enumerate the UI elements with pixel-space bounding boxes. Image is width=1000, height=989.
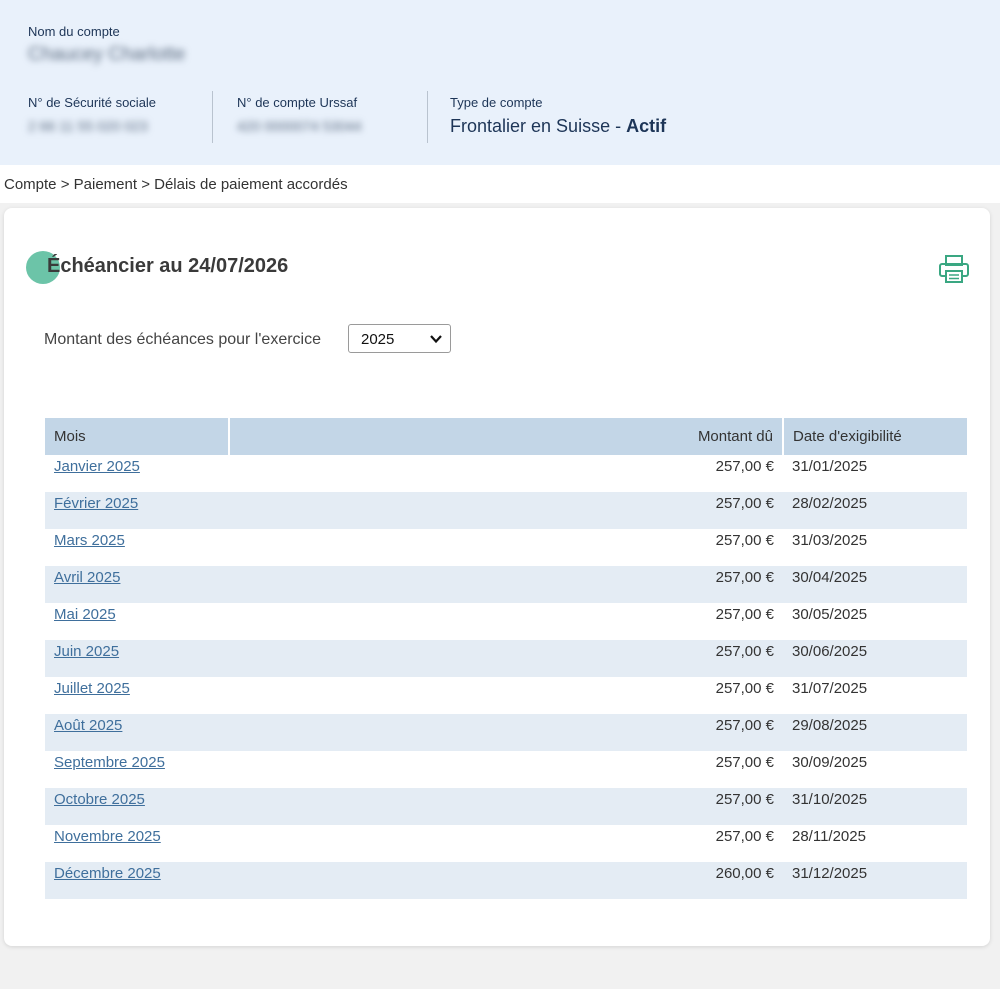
amount-cell: 257,00 € xyxy=(715,828,774,845)
table-row: Septembre 2025 257,00 € 30/09/2025 xyxy=(45,751,967,788)
month-cell: Décembre 2025 xyxy=(45,862,229,899)
column-header-month: Mois xyxy=(45,418,230,455)
month-cell: Avril 2025 xyxy=(45,566,229,603)
account-type-value: Frontalier en Suisse - Actif xyxy=(450,116,666,137)
amount-cell: 257,00 € xyxy=(715,458,774,475)
year-select[interactable]: 2025 xyxy=(348,324,451,353)
due-date-cell: 30/06/2025 xyxy=(783,640,967,677)
header-divider xyxy=(212,91,213,143)
table-row: Juillet 2025 257,00 € 31/07/2025 xyxy=(45,677,967,714)
month-link[interactable]: Juin 2025 xyxy=(54,643,119,660)
schedule-table: Mois Montant dû Date d'exigibilité Janvi… xyxy=(45,418,967,899)
printer-icon[interactable] xyxy=(938,254,970,284)
month-link[interactable]: Mai 2025 xyxy=(54,606,116,623)
month-cell: Juillet 2025 xyxy=(45,677,229,714)
amount-cell: 257,00 € xyxy=(229,788,783,825)
account-status: Actif xyxy=(626,116,667,136)
due-date-cell: 31/07/2025 xyxy=(792,680,868,697)
table-row: Février 2025 257,00 € 28/02/2025 xyxy=(45,492,967,529)
month-link[interactable]: Janvier 2025 xyxy=(54,458,140,475)
month-link[interactable]: Septembre 2025 xyxy=(54,754,165,771)
table-row: Octobre 2025 257,00 € 31/10/2025 xyxy=(45,788,967,825)
month-link[interactable]: Juillet 2025 xyxy=(54,680,130,697)
breadcrumb: Compte > Paiement > Délais de paiement a… xyxy=(4,176,348,193)
column-header-due-date: Date d'exigibilité xyxy=(783,418,967,455)
month-cell: Février 2025 xyxy=(45,492,229,529)
ssn-value: 2 66 11 55 020 023 xyxy=(28,118,148,134)
due-date-cell: 28/02/2025 xyxy=(783,492,967,529)
page-title: Échéancier au 24/07/2026 xyxy=(47,255,289,277)
month-link[interactable]: Décembre 2025 xyxy=(54,865,161,882)
column-header-amount: Montant dû xyxy=(229,418,784,455)
due-date-cell: 31/03/2025 xyxy=(792,532,868,549)
month-link[interactable]: Février 2025 xyxy=(54,495,138,512)
chevron-down-icon xyxy=(430,335,442,344)
amount-cell: 257,00 € xyxy=(229,566,783,603)
table-row: Août 2025 257,00 € 29/08/2025 xyxy=(45,714,967,751)
exercise-label: Montant des échéances pour l'exercice xyxy=(44,331,321,348)
amount-cell: 257,00 € xyxy=(715,680,774,697)
due-date-cell: 29/08/2025 xyxy=(783,714,967,751)
breadcrumb-item-compte[interactable]: Compte xyxy=(4,176,57,193)
month-link[interactable]: Octobre 2025 xyxy=(54,791,145,808)
account-type-label: Type de compte xyxy=(450,95,543,110)
due-date-cell: 30/04/2025 xyxy=(783,566,967,603)
account-name-value: Chaucey Charlotte xyxy=(28,44,186,65)
account-type-text: Frontalier en Suisse - xyxy=(450,116,627,136)
breadcrumb-separator: > xyxy=(141,176,150,193)
table-row: Novembre 2025 257,00 € 28/11/2025 xyxy=(45,825,967,862)
due-date-cell: 30/09/2025 xyxy=(792,754,868,771)
amount-cell: 257,00 € xyxy=(229,640,783,677)
amount-cell: 257,00 € xyxy=(229,714,783,751)
month-link[interactable]: Mars 2025 xyxy=(54,532,125,549)
ssn-label: N° de Sécurité sociale xyxy=(28,95,157,110)
account-header: Nom du compte Chaucey Charlotte N° de Sé… xyxy=(0,0,1000,165)
due-date-cell: 31/10/2025 xyxy=(783,788,967,825)
due-date-cell: 30/05/2025 xyxy=(792,606,868,623)
table-row: Avril 2025 257,00 € 30/04/2025 xyxy=(45,566,967,603)
header-divider xyxy=(427,91,428,143)
month-cell: Novembre 2025 xyxy=(45,825,229,862)
table-row: Mars 2025 257,00 € 31/03/2025 xyxy=(45,529,967,566)
amount-cell: 257,00 € xyxy=(715,754,774,771)
amount-cell: 260,00 € xyxy=(229,862,783,899)
account-name-label: Nom du compte xyxy=(28,24,120,39)
month-link[interactable]: Avril 2025 xyxy=(54,569,120,586)
table-row: Décembre 2025 260,00 € 31/12/2025 xyxy=(45,862,967,899)
month-cell: Août 2025 xyxy=(45,714,229,751)
month-cell: Septembre 2025 xyxy=(45,751,229,788)
breadcrumb-item-current: Délais de paiement accordés xyxy=(154,176,348,193)
table-row: Juin 2025 257,00 € 30/06/2025 xyxy=(45,640,967,677)
breadcrumb-separator: > xyxy=(60,176,70,193)
year-select-value: 2025 xyxy=(361,331,395,348)
month-cell: Mai 2025 xyxy=(45,603,229,640)
due-date-cell: 28/11/2025 xyxy=(792,828,866,845)
due-date-cell: 31/01/2025 xyxy=(792,458,868,475)
month-cell: Octobre 2025 xyxy=(45,788,229,825)
month-link[interactable]: Novembre 2025 xyxy=(54,828,161,845)
urssaf-label: N° de compte Urssaf xyxy=(237,95,358,110)
amount-cell: 257,00 € xyxy=(715,606,774,623)
due-date-cell: 31/12/2025 xyxy=(783,862,967,899)
month-cell: Janvier 2025 xyxy=(45,455,229,492)
amount-cell: 257,00 € xyxy=(715,532,774,549)
breadcrumb-item-paiement[interactable]: Paiement xyxy=(74,176,137,193)
table-row: Janvier 2025 257,00 € 31/01/2025 xyxy=(45,455,967,492)
amount-cell: 257,00 € xyxy=(229,492,783,529)
table-header-row: Mois Montant dû Date d'exigibilité xyxy=(45,418,967,455)
month-cell: Mars 2025 xyxy=(45,529,229,566)
table-row: Mai 2025 257,00 € 30/05/2025 xyxy=(45,603,967,640)
month-link[interactable]: Août 2025 xyxy=(54,717,122,734)
month-cell: Juin 2025 xyxy=(45,640,229,677)
urssaf-value: 420 0000074 53044 xyxy=(237,118,362,134)
